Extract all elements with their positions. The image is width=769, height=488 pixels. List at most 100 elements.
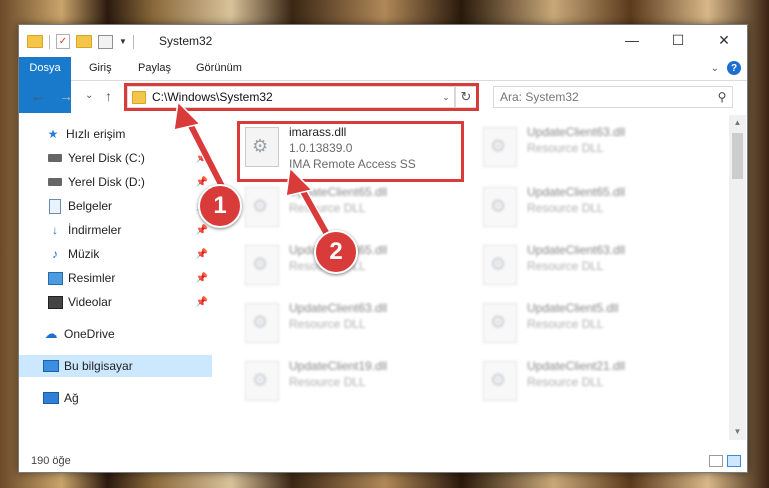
file-item[interactable]: UpdateClient19.dll Resource DLL	[239, 353, 469, 409]
tab-view[interactable]: Görünüm	[196, 57, 242, 80]
file-name: UpdateClient5.dll	[527, 301, 619, 315]
videos-icon	[47, 295, 63, 309]
title-bar: ✓ ▼ System32 — ☐ ✕	[19, 25, 747, 57]
star-icon: ★	[47, 127, 59, 141]
quick-access-toolbar: ✓ ▼	[27, 34, 134, 49]
pin-icon[interactable]: 📌	[196, 153, 208, 164]
scroll-up-icon[interactable]: ▲	[729, 115, 746, 131]
sidebar-item-label: Videolar	[68, 295, 112, 309]
minimize-button[interactable]: —	[609, 25, 655, 55]
file-description: Resource DLL	[527, 317, 604, 331]
pin-icon[interactable]: 📌	[196, 177, 208, 188]
pin-icon[interactable]: 📌	[196, 273, 208, 284]
dll-file-icon	[483, 361, 517, 401]
sidebar-item-label: Belgeler	[68, 199, 113, 213]
sidebar-item-label: Resimler	[68, 271, 116, 285]
tab-share[interactable]: Paylaş	[138, 57, 171, 80]
file-item[interactable]: UpdateClient63.dll Resource DLL	[239, 295, 469, 351]
file-description: Resource DLL	[527, 201, 604, 215]
file-highlight	[237, 121, 464, 182]
drive-icon	[48, 154, 62, 162]
sidebar-item-network[interactable]: Ağ	[19, 387, 212, 409]
file-description: Resource DLL	[527, 259, 604, 273]
file-item[interactable]: UpdateClient21.dll Resource DLL	[477, 353, 707, 409]
file-name: UpdateClient63.dll	[527, 243, 626, 257]
pin-icon[interactable]: 📌	[196, 297, 208, 308]
step-badge-1: 1	[198, 184, 242, 228]
file-item[interactable]: UpdateClient63.dll Resource DLL	[477, 119, 707, 175]
sidebar-item-label: İndirmeler	[68, 223, 122, 237]
qa-dropdown-icon[interactable]: ▼	[119, 37, 127, 46]
file-name: UpdateClient65.dll	[289, 185, 388, 199]
sidebar-item-music[interactable]: ♪ Müzik 📌	[19, 243, 212, 265]
maximize-button[interactable]: ☐	[655, 25, 701, 55]
download-icon: ↓	[52, 223, 58, 237]
item-count: 190 öğe	[31, 455, 71, 467]
up-icon[interactable]: ↑	[105, 88, 112, 104]
sidebar-item-label: Ağ	[64, 391, 79, 405]
sidebar-item-onedrive[interactable]: ☁ OneDrive	[19, 323, 212, 345]
file-item[interactable]: UpdateClient63.dll Resource DLL	[477, 237, 707, 293]
details-view-icon[interactable]	[709, 455, 723, 467]
tiles-view-icon[interactable]	[727, 455, 741, 467]
scroll-thumb[interactable]	[732, 133, 743, 179]
sidebar-item-local-disk-c[interactable]: Yerel Disk (C:) 📌	[19, 147, 212, 169]
dll-file-icon	[245, 245, 279, 285]
file-name: UpdateClient19.dll	[289, 359, 388, 373]
vertical-scrollbar[interactable]: ▲ ▼	[729, 115, 746, 440]
file-description: Resource DLL	[289, 201, 366, 215]
help-icon[interactable]: ?	[727, 61, 741, 75]
dll-file-icon	[245, 361, 279, 401]
close-button[interactable]: ✕	[701, 25, 747, 55]
ribbon-tabs: Dosya Giriş Paylaş Görünüm ⌄ ?	[19, 57, 747, 113]
divider	[132, 34, 134, 49]
file-item[interactable]: UpdateClient5.dll Resource DLL	[477, 295, 707, 351]
search-icon[interactable]: ⚲	[712, 90, 732, 104]
dll-file-icon	[245, 187, 279, 227]
search-input[interactable]: Ara: System32	[494, 90, 712, 104]
window-title: System32	[159, 34, 213, 48]
file-description: Resource DLL	[527, 375, 604, 389]
search-box[interactable]: Ara: System32 ⚲	[493, 86, 733, 108]
file-item[interactable]: UpdateClient65.dll Resource DLL	[239, 179, 469, 235]
divider	[49, 34, 50, 49]
file-item[interactable]: UpdateClient65.dll Resource DLL	[477, 179, 707, 235]
sidebar-item-label: Yerel Disk (D:)	[68, 175, 145, 189]
new-folder-icon[interactable]	[76, 35, 92, 48]
pc-icon	[43, 360, 59, 372]
sidebar-item-documents[interactable]: Belgeler 📌	[19, 195, 212, 217]
pin-icon[interactable]: 📌	[196, 225, 208, 236]
scroll-down-icon[interactable]: ▼	[729, 424, 746, 440]
sidebar-item-label: OneDrive	[64, 327, 115, 341]
navigation-pane: ★ Hızlı erişim Yerel Disk (C:) 📌 Yerel D…	[19, 115, 212, 440]
back-icon[interactable]: ←	[31, 88, 45, 104]
sidebar-item-label: Bu bilgisayar	[64, 359, 133, 373]
sidebar-item-quick-access[interactable]: ★ Hızlı erişim	[19, 123, 212, 145]
recent-locations-icon[interactable]: ⌄	[85, 90, 93, 101]
file-description: Resource DLL	[527, 141, 604, 155]
customize-icon[interactable]	[98, 34, 113, 49]
pin-icon[interactable]: 📌	[196, 249, 208, 260]
drive-icon	[48, 178, 62, 186]
sidebar-item-local-disk-d[interactable]: Yerel Disk (D:) 📌	[19, 171, 212, 193]
file-name: UpdateClient21.dll	[527, 359, 626, 373]
forward-icon[interactable]: →	[59, 88, 73, 104]
sidebar-item-label: Hızlı erişim	[66, 127, 126, 141]
sidebar-item-this-pc[interactable]: Bu bilgisayar	[19, 355, 212, 377]
step-badge-2: 2	[314, 230, 358, 274]
address-highlight	[124, 83, 479, 111]
properties-check-icon[interactable]: ✓	[56, 34, 70, 49]
sidebar-item-downloads[interactable]: ↓ İndirmeler 📌	[19, 219, 212, 241]
folder-icon	[27, 35, 43, 48]
file-description: Resource DLL	[289, 375, 366, 389]
sidebar-item-pictures[interactable]: Resimler 📌	[19, 267, 212, 289]
sidebar-item-videos[interactable]: Videolar 📌	[19, 291, 212, 313]
explorer-window: ✓ ▼ System32 — ☐ ✕ Dosya Giriş Paylaş Gö…	[18, 24, 748, 473]
expand-ribbon-icon[interactable]: ⌄	[711, 63, 719, 74]
tab-home[interactable]: Giriş	[89, 57, 112, 80]
music-icon: ♪	[52, 247, 58, 261]
file-name: UpdateClient63.dll	[527, 125, 626, 139]
sidebar-item-label: Yerel Disk (C:)	[68, 151, 145, 165]
dll-file-icon	[483, 187, 517, 227]
dll-file-icon	[245, 303, 279, 343]
